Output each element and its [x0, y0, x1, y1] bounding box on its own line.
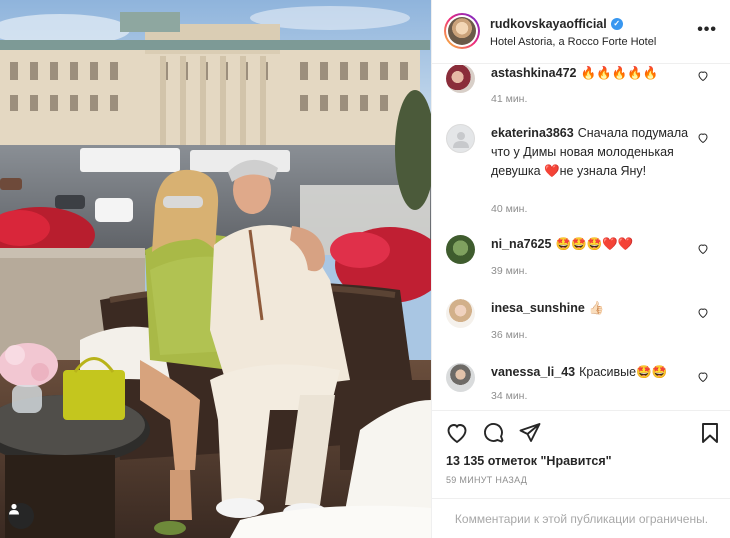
comment-text: 👍🏻 [588, 301, 605, 315]
tag-user-icon [9, 503, 19, 515]
author-username-text[interactable]: rudkovskayaofficial [490, 17, 607, 31]
comments-restricted-notice: Комментарии к этой публикации ограничены… [432, 498, 730, 538]
commenter-avatar[interactable] [446, 363, 475, 392]
post-header: rudkovskayaofficial ✓ Hotel Astoria, a R… [432, 0, 730, 64]
commenter-avatar[interactable] [446, 124, 475, 153]
comments-list[interactable]: astashkina472 🔥🔥🔥🔥🔥 41 мин. ekaterina3863… [432, 65, 730, 410]
post-photo[interactable] [0, 0, 431, 538]
default-avatar-icon [452, 131, 469, 148]
comment-icon[interactable] [482, 421, 506, 445]
photo-scene [0, 0, 431, 538]
comment-username[interactable]: astashkina472 [491, 66, 576, 80]
comment-item: astashkina472 🔥🔥🔥🔥🔥 41 мин. [432, 65, 730, 120]
commenter-avatar[interactable] [446, 65, 475, 93]
post-side-panel: rudkovskayaofficial ✓ Hotel Astoria, a R… [431, 0, 730, 538]
comment-like-heart-icon[interactable] [697, 243, 709, 255]
comment-item: ekaterina3863 Сначала подумала что у Димы… [432, 124, 730, 220]
likes-count[interactable]: 13 135 отметок "Нравится" [446, 454, 612, 468]
comment-item: ni_na7625 🤩🤩🤩❤️❤️ 39 мин. [432, 235, 730, 285]
comment-like-heart-icon[interactable] [697, 371, 709, 383]
commenter-avatar[interactable] [446, 235, 475, 264]
comment-like-heart-icon[interactable] [697, 307, 709, 319]
comment-time: 36 мин. [491, 329, 528, 341]
more-options-icon[interactable]: ••• [697, 22, 717, 38]
comment-item: inesa_sunshine 👍🏻 36 мин. [432, 299, 730, 349]
comment-like-heart-icon[interactable] [697, 132, 709, 144]
comment-username[interactable]: ni_na7625 [491, 237, 551, 251]
post-timestamp[interactable]: 59 МИНУТ НАЗАД [446, 475, 527, 485]
comment-like-heart-icon[interactable] [697, 70, 709, 82]
comment-username[interactable]: inesa_sunshine [491, 301, 585, 315]
author-username[interactable]: rudkovskayaofficial ✓ [490, 17, 623, 31]
comment-time: 41 мин. [491, 93, 528, 105]
post-location[interactable]: Hotel Astoria, a Rocco Forte Hotel [490, 36, 656, 48]
comment-time: 40 мин. [491, 203, 528, 215]
comment-time: 34 мин. [491, 390, 528, 402]
author-avatar[interactable] [444, 13, 480, 49]
share-icon[interactable] [518, 421, 542, 445]
comment-username[interactable]: vanessa_li_43 [491, 365, 575, 379]
comment-text: Красивые🤩🤩 [579, 365, 668, 379]
comment-text: 🤩🤩🤩❤️❤️ [555, 237, 634, 251]
comment-item: vanessa_li_43 Красивые🤩🤩 34 мин. [432, 363, 730, 410]
verified-badge-icon: ✓ [610, 18, 623, 30]
comment-text: 🔥🔥🔥🔥🔥 [580, 66, 659, 80]
comment-username[interactable]: ekaterina3863 [491, 126, 574, 140]
heart-icon[interactable] [445, 421, 469, 445]
bookmark-icon[interactable] [698, 421, 722, 445]
post-actions: 13 135 отметок "Нравится" 59 МИНУТ НАЗАД… [432, 410, 730, 538]
tag-user-button[interactable] [8, 503, 34, 529]
comment-time: 39 мин. [491, 265, 528, 277]
commenter-avatar[interactable] [446, 299, 475, 328]
